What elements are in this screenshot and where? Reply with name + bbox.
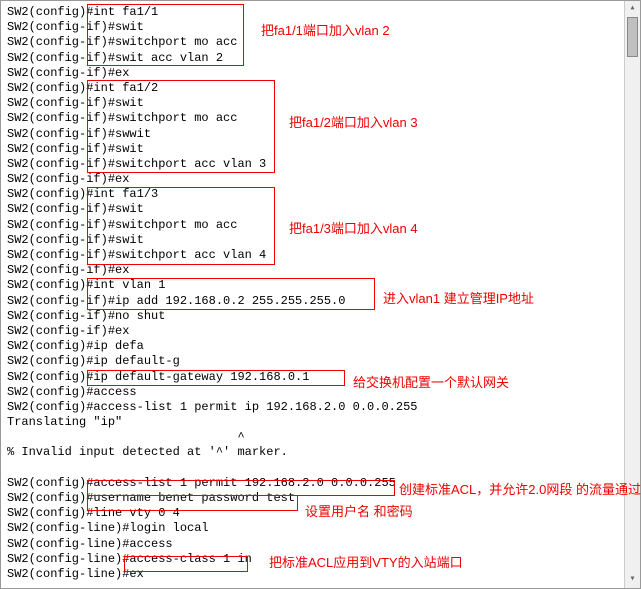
terminal-line: ^ [7,430,634,445]
terminal-line: SW2(config-if)#no shut [7,309,634,324]
terminal-line [7,461,634,476]
terminal-line: SW2(config-if)#swit [7,142,634,157]
terminal-line: SW2(config)#int fa1/1 [7,5,634,20]
terminal-line: SW2(config-line)#access [7,537,634,552]
annotation-text: 把fa1/3端口加入vlan 4 [289,221,418,237]
terminal-line: SW2(config)#ip default-g [7,354,634,369]
terminal-line: SW2(config)#access-list 1 permit ip 192.… [7,400,634,415]
annotation-text: 把fa1/1端口加入vlan 2 [261,23,390,39]
terminal-line: SW2(config-line)#login local [7,521,634,536]
terminal-line: SW2(config)#int fa1/3 [7,187,634,202]
terminal-line: SW2(config)#int vlan 1 [7,278,634,293]
terminal-line: SW2(config)#ip default-gateway 192.168.0… [7,370,634,385]
terminal-line: SW2(config-if)#switchport acc vlan 4 [7,248,634,263]
terminal-line: SW2(config-if)#ex [7,172,634,187]
terminal-line: SW2(config-if)#ex [7,66,634,81]
terminal-line: % Invalid input detected at '^' marker. [7,445,634,460]
terminal-line: SW2(config)#ip defa [7,339,634,354]
terminal-line: Translating "ip" [7,415,634,430]
terminal-line: SW2(config-if)#ip add 192.168.0.2 255.25… [7,294,634,309]
terminal-line: SW2(config-if)#ex [7,263,634,278]
terminal-line: SW2(config-if)#switchport acc vlan 3 [7,157,634,172]
annotation-text: 把标准ACL应用到VTY的入站端口 [269,555,463,571]
terminal-line: SW2(config)#int fa1/2 [7,81,634,96]
terminal-line: SW2(config)#access [7,385,634,400]
terminal-line: SW2(config-if)#ex [7,324,634,339]
terminal-line: SW2(config-if)#swit [7,96,634,111]
annotation-text: 进入vlan1 建立管理IP地址 [383,291,534,307]
terminal-line: SW2(config-if)#swit [7,202,634,217]
terminal-line: SW2(config-if)#swit acc vlan 2 [7,51,634,66]
annotation-text: 给交换机配置一个默认网关 [353,375,509,391]
annotation-text: 设置用户名 和密码 [305,504,413,520]
annotation-text: 把fa1/2端口加入vlan 3 [289,115,418,131]
annotation-text: 创建标准ACL，并允许2.0网段 的流量通过 [399,482,641,498]
